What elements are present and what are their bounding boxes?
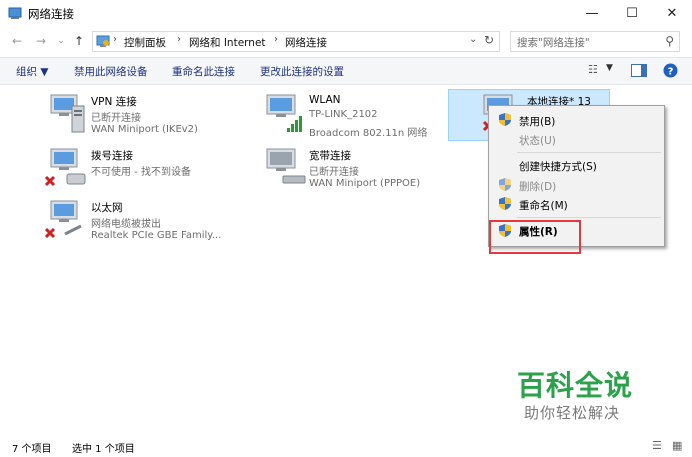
connection-status: 不可使用 - 找不到设备 [91,167,191,178]
connection-device: Broadcom 802.11n 网络 [309,128,428,139]
uac-shield-icon [499,178,511,191]
refresh-icon[interactable]: ↻ [484,33,494,47]
menu-item-rename[interactable]: 重命名(M) [519,198,568,213]
disable-device-button[interactable]: 禁用此网络设备 [74,64,148,79]
svg-text:?: ? [668,67,674,78]
address-row: ← → ⌄ ↑ › 控制面板 › 网络和 Internet › 网络连接 ⌄ ↻… [0,28,692,54]
command-bar: 组织 ▼ 禁用此网络设备 重命名此连接 更改此连接的设置 ☷ ▼ ? [0,57,692,85]
network-folder-icon [8,7,22,19]
connection-item-ethernet[interactable]: 以太网 网络电缆被拔出 Realtek PCIe GBE Family... [45,198,245,246]
connection-status: 网络电缆被拔出 [91,219,161,230]
organize-button[interactable]: 组织 ▼ [16,64,48,79]
watermark-title: 百科全说 [517,369,634,402]
address-bar[interactable]: › 控制面板 › 网络和 Internet › 网络连接 ⌄ ↻ [92,31,500,52]
broadband-connection-icon [266,148,306,184]
breadcrumb-network-internet[interactable]: 网络和 Internet [189,35,266,50]
connection-device: WAN Miniport (IKEv2) [91,124,198,135]
connection-status: 已断开连接 [309,167,359,178]
menu-item-status[interactable]: 状态(U) [519,133,556,148]
item-count: 7 个项目 [12,444,52,455]
search-placeholder: 搜索"网络连接" [517,37,590,49]
connection-item-dialup[interactable]: 拨号连接 不可使用 - 找不到设备 [45,146,245,194]
connection-device: Realtek PCIe GBE Family... [91,230,222,241]
menu-item-delete[interactable]: 删除(D) [519,179,556,194]
title-bar: 网络连接 — ☐ ✕ [0,0,692,28]
view-options-icon[interactable]: ☷ [588,63,598,76]
menu-item-disable[interactable]: 禁用(B) [519,114,555,129]
breadcrumb-separator: › [274,34,278,45]
connection-item-wlan[interactable]: WLAN TP-LINK_2102 Broadcom 802.11n 网络 [263,92,463,140]
control-panel-icon [96,35,110,47]
connection-name: VPN 连接 [91,96,137,108]
uac-shield-icon [499,113,511,126]
recent-locations-chevron-icon[interactable]: ⌄ [52,32,70,50]
breadcrumb-separator: › [177,34,181,45]
address-dropdown-chevron-icon[interactable]: ⌄ [469,34,477,45]
view-options-chevron-icon[interactable]: ▼ [606,63,613,73]
breadcrumb-network-connections[interactable]: 网络连接 [285,35,327,50]
large-icons-view-icon[interactable]: ▦ [672,439,682,452]
connection-name: 宽带连接 [309,150,351,162]
minimize-button[interactable]: — [572,0,612,28]
connection-device: WAN Miniport (PPPOE) [309,178,421,189]
forward-button[interactable]: → [32,32,50,50]
maximize-button[interactable]: ☐ [612,0,652,28]
close-button[interactable]: ✕ [652,0,692,28]
help-icon[interactable]: ? [663,63,678,78]
preview-pane-icon[interactable] [631,64,647,77]
connection-name: 拨号连接 [91,150,133,162]
window-title: 网络连接 [28,7,74,21]
change-settings-button[interactable]: 更改此连接的设置 [260,64,344,79]
search-box[interactable]: 搜索"网络连接" ⚲ [510,31,680,52]
back-button[interactable]: ← [8,32,26,50]
breadcrumb-separator: › [113,34,117,45]
watermark-subtitle: 助你轻松解决 [524,404,621,422]
properties-highlight-box [489,220,581,254]
connection-status: 已断开连接 [91,113,141,124]
menu-separator [517,152,661,153]
connection-item-vpn[interactable]: VPN 连接 已断开连接 WAN Miniport (IKEv2) [45,92,245,140]
vpn-connection-icon [50,94,85,133]
connection-name: WLAN [309,94,341,106]
up-button[interactable]: ↑ [70,32,88,50]
ethernet-connection-icon [45,200,82,239]
wlan-connection-icon [266,94,302,132]
connection-name: 以太网 [91,202,123,214]
menu-separator [517,217,661,218]
status-bar: 7 个项目 选中 1 个项目 ☰ ▦ [0,436,692,457]
menu-item-create-shortcut[interactable]: 创建快捷方式(S) [519,159,597,174]
details-view-icon[interactable]: ☰ [652,439,662,452]
connection-status: TP-LINK_2102 [309,109,378,120]
search-icon[interactable]: ⚲ [665,34,674,48]
rename-connection-button[interactable]: 重命名此连接 [172,64,235,79]
connection-item-broadband[interactable]: 宽带连接 已断开连接 WAN Miniport (PPPOE) [263,146,463,194]
selected-count: 选中 1 个项目 [72,444,135,455]
breadcrumb-control-panel[interactable]: 控制面板 [124,35,166,50]
dialup-connection-icon [45,148,86,187]
uac-shield-icon [499,197,511,210]
